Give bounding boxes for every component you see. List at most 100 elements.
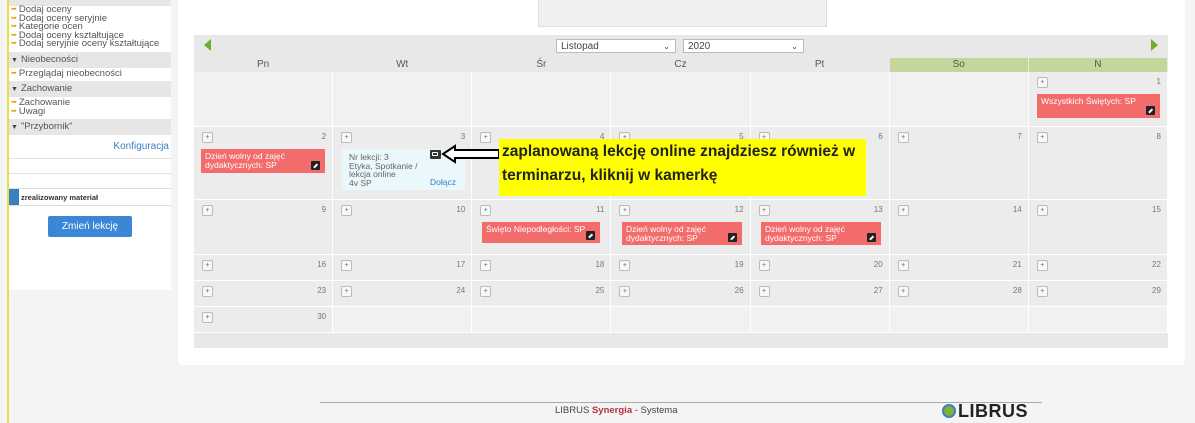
- edit-icon[interactable]: [586, 231, 595, 240]
- day-number: 15: [1152, 205, 1161, 214]
- add-event-plus-icon[interactable]: +: [758, 260, 770, 271]
- edit-icon[interactable]: [1146, 106, 1155, 115]
- event-independence-day[interactable]: Święto Niepodległości: SP: [482, 222, 600, 243]
- sidebar-section-przybornik[interactable]: ▼ "Przybornik": [9, 119, 171, 135]
- calendar-day-cell[interactable]: +9: [194, 200, 334, 255]
- calendar-day-cell: [472, 72, 612, 127]
- day-number: 8: [1156, 132, 1161, 141]
- add-event-plus-icon[interactable]: +: [341, 286, 353, 297]
- realized-progress-bar: [9, 189, 19, 205]
- day-header: So: [889, 58, 1028, 72]
- event-day-off-12[interactable]: Dzień wolny od zajęć dydaktycznych: SP: [622, 222, 742, 245]
- calendar-day-cell[interactable]: +29: [1028, 281, 1168, 307]
- day-number: 6: [878, 132, 883, 141]
- day-number: 29: [1152, 286, 1161, 295]
- divider: [9, 173, 171, 188]
- add-event-plus-icon[interactable]: +: [480, 205, 492, 216]
- join-lesson-link[interactable]: Dołącz: [430, 177, 456, 187]
- add-event-plus-icon[interactable]: +: [897, 260, 909, 271]
- next-month-arrow-icon[interactable]: [1151, 39, 1158, 51]
- calendar-day-cell[interactable]: +28: [889, 281, 1029, 307]
- event-all-saints[interactable]: Wszystkich Świętych: SP: [1037, 94, 1160, 118]
- realized-material-row: zrealizowany materiał: [9, 188, 171, 206]
- year-select[interactable]: 2020 ⌄: [683, 39, 804, 53]
- day-number: 24: [456, 286, 466, 295]
- edit-icon[interactable]: [728, 233, 737, 242]
- librus-logo: LIBRUS: [942, 401, 1028, 422]
- add-event-plus-icon[interactable]: +: [341, 205, 353, 216]
- edit-icon[interactable]: [867, 233, 876, 242]
- add-event-plus-icon[interactable]: +: [758, 205, 770, 216]
- calendar-day-cell[interactable]: +10: [333, 200, 473, 255]
- calendar-day-cell[interactable]: +15: [1028, 200, 1168, 255]
- add-event-plus-icon[interactable]: +: [341, 132, 353, 143]
- calendar-day-cell[interactable]: +25: [472, 281, 612, 307]
- sidebar-section-nieobecnosci[interactable]: ▼ Nieobecności: [9, 51, 171, 68]
- calendar-day-cell[interactable]: +23: [194, 281, 334, 307]
- add-event-plus-icon[interactable]: +: [202, 260, 213, 271]
- edit-icon[interactable]: [311, 161, 320, 170]
- change-lesson-button[interactable]: Zmień lekcję: [48, 216, 132, 237]
- triangle-down-icon: ▼: [11, 56, 18, 64]
- triangle-down-icon: ▼: [11, 124, 18, 131]
- day-number: 27: [873, 286, 883, 295]
- event-day-off-2[interactable]: Dzień wolny od zajęć dydaktycznych: SP: [201, 149, 325, 173]
- sidebar-link-uwagi[interactable]: ➥ Uwagi: [9, 107, 171, 117]
- prev-month-arrow-icon[interactable]: [204, 39, 211, 51]
- calendar-day-cell[interactable]: +19: [611, 255, 751, 281]
- calendar-day-cell[interactable]: +24: [333, 281, 473, 307]
- add-event-plus-icon[interactable]: +: [1036, 205, 1048, 216]
- add-event-plus-icon[interactable]: +: [1036, 132, 1048, 143]
- calendar-day-cell[interactable]: +22: [1028, 255, 1168, 281]
- add-event-plus-icon[interactable]: +: [341, 260, 353, 271]
- add-event-plus-icon[interactable]: +: [202, 132, 213, 143]
- arrow-icon: ➥: [11, 31, 17, 39]
- calendar-day-cell[interactable]: +8: [1028, 127, 1168, 200]
- add-event-plus-icon[interactable]: +: [202, 286, 213, 297]
- day-header: Cz: [611, 58, 750, 72]
- add-event-plus-icon[interactable]: +: [480, 286, 492, 297]
- add-event-plus-icon[interactable]: +: [1036, 77, 1048, 88]
- add-event-plus-icon[interactable]: +: [758, 286, 770, 297]
- add-event-plus-icon[interactable]: +: [619, 286, 631, 297]
- calendar-day-cell[interactable]: +7: [889, 127, 1029, 200]
- sidebar-section-zachowanie[interactable]: ▼ Zachowanie: [9, 81, 171, 97]
- arrow-icon: ➥: [11, 40, 17, 47]
- day-number: 16: [317, 260, 327, 269]
- add-event-plus-icon[interactable]: +: [1036, 260, 1048, 271]
- calendar-day-cell: [611, 72, 751, 127]
- calendar-day-cell[interactable]: +21: [889, 255, 1029, 281]
- callout-note: zaplanowaną lekcję online znajdziesz rów…: [499, 139, 866, 196]
- callout-arrow-icon: [441, 144, 500, 164]
- day-number: 21: [1012, 260, 1022, 269]
- add-event-plus-icon[interactable]: +: [619, 205, 631, 216]
- calendar-day-cell[interactable]: +27: [750, 281, 890, 307]
- chevron-down-icon: ⌄: [791, 42, 798, 51]
- add-event-plus-icon[interactable]: +: [202, 312, 213, 323]
- footer-text: LIBRUS Synergia - Systema: [555, 405, 678, 416]
- calendar-day-cell[interactable]: +16: [194, 255, 334, 281]
- add-event-plus-icon[interactable]: +: [619, 260, 631, 271]
- add-event-plus-icon[interactable]: +: [897, 205, 909, 216]
- calendar-day-cell[interactable]: +26: [611, 281, 751, 307]
- event-day-off-13[interactable]: Dzień wolny od zajęć dydaktycznych: SP: [761, 222, 881, 245]
- add-event-plus-icon[interactable]: +: [480, 132, 492, 143]
- camera-icon[interactable]: [430, 150, 441, 159]
- add-event-plus-icon[interactable]: +: [897, 286, 909, 297]
- add-event-plus-icon[interactable]: +: [897, 132, 909, 143]
- konfiguracja-link[interactable]: Konfiguracja: [9, 141, 171, 152]
- calendar-day-cell: [611, 307, 751, 333]
- arrow-icon: ➥: [11, 69, 17, 77]
- calendar-day-cell[interactable]: +20: [750, 255, 890, 281]
- add-event-plus-icon[interactable]: +: [480, 260, 492, 271]
- calendar-day-cell[interactable]: +18: [472, 255, 612, 281]
- add-event-plus-icon[interactable]: +: [202, 205, 213, 216]
- add-event-plus-icon[interactable]: +: [1036, 286, 1048, 297]
- sidebar-link-seryjnie-ksztaltujace[interactable]: ➥ Dodaj seryjnie oceny kształtujące: [9, 39, 171, 49]
- sidebar-link-przegladaj-nieobecnosci[interactable]: ➥ Przeglądaj nieobecności: [9, 69, 171, 79]
- calendar-day-cell: [333, 307, 473, 333]
- month-select[interactable]: Listopad ⌄: [556, 39, 676, 53]
- calendar-day-cell[interactable]: +30: [194, 307, 334, 333]
- calendar-day-cell[interactable]: +17: [333, 255, 473, 281]
- calendar-day-cell[interactable]: +14: [889, 200, 1029, 255]
